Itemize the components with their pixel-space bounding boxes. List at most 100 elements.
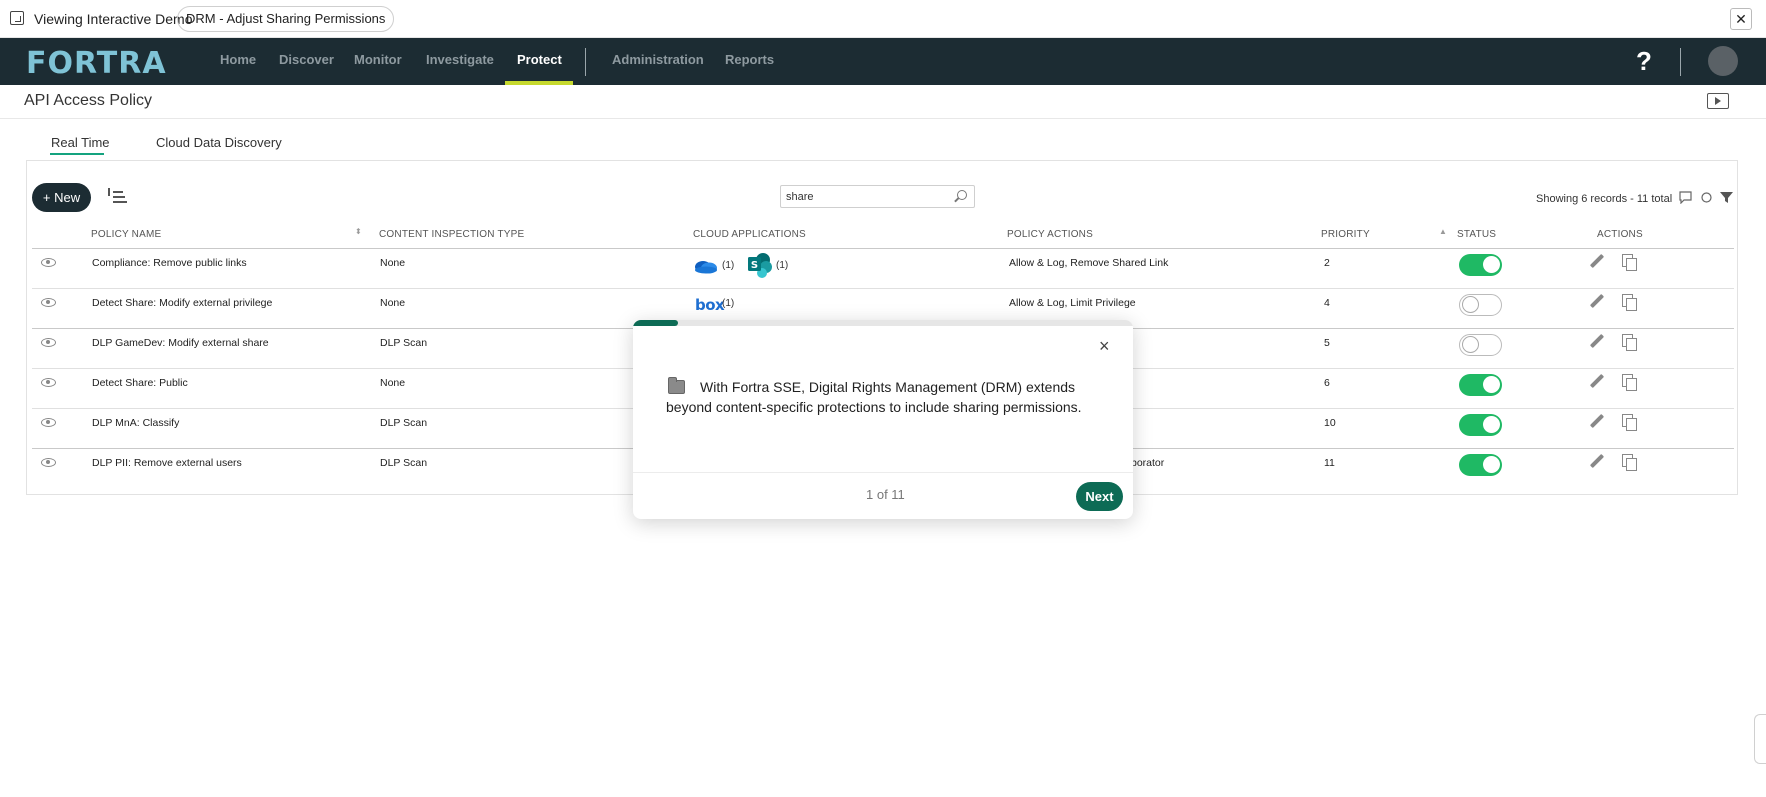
inspection-type: DLP Scan (380, 457, 428, 469)
policy-name[interactable]: Compliance: Remove public links (92, 257, 247, 269)
search-input[interactable] (780, 185, 975, 208)
eye-icon[interactable] (41, 258, 56, 267)
new-policy-button[interactable]: + New (32, 183, 91, 212)
status-toggle[interactable] (1459, 374, 1502, 396)
nav-reports[interactable]: Reports (725, 52, 774, 67)
priority: 2 (1324, 257, 1330, 269)
header-policy-name[interactable]: POLICY NAME (91, 229, 161, 240)
policy-name[interactable]: DLP GameDev: Modify external share (92, 337, 269, 349)
page-title: API Access Policy (24, 92, 153, 109)
svg-text:S: S (751, 260, 758, 271)
onedrive-icon (695, 261, 717, 274)
status-toggle[interactable] (1459, 254, 1502, 276)
user-avatar[interactable] (1708, 46, 1738, 76)
header-divider (0, 118, 1766, 119)
top-nav: FORTRA Home Discover Monitor Investigate… (0, 38, 1766, 85)
close-icon[interactable]: × (1099, 337, 1110, 355)
edit-icon[interactable] (1590, 334, 1604, 348)
demo-tooltip-popup: × With Fortra SSE, Digital Rights Manage… (633, 320, 1133, 519)
demo-bar: Viewing Interactive Demo DRM - Adjust Sh… (0, 0, 1766, 38)
copy-icon[interactable] (1622, 294, 1637, 311)
copy-icon[interactable] (1622, 454, 1637, 471)
step-counter: 1 of 11 (866, 487, 905, 502)
inspection-type: None (380, 297, 406, 309)
policy-actions: Allow & Log, Remove Shared Link (1009, 257, 1169, 269)
status-toggle[interactable] (1459, 454, 1502, 476)
refresh-icon[interactable] (1700, 191, 1713, 204)
header-policy-actions[interactable]: POLICY ACTIONS (1007, 229, 1093, 240)
copy-icon[interactable] (1622, 254, 1637, 271)
policy-name[interactable]: Detect Share: Modify external privilege (92, 297, 272, 309)
nav-home[interactable]: Home (220, 52, 256, 67)
edit-icon[interactable] (1590, 254, 1604, 268)
tooltip-text: With Fortra SSE, Digital Rights Manageme… (666, 379, 1082, 415)
policy-name[interactable]: Detect Share: Public (92, 377, 188, 389)
demo-title-chip: DRM - Adjust Sharing Permissions (177, 6, 395, 32)
tab-cloud-data-discovery[interactable]: Cloud Data Discovery (156, 135, 282, 150)
record-count: Showing 6 records - 11 total (1536, 193, 1673, 205)
sort-asc-icon[interactable]: ▲ (1439, 227, 1447, 236)
fortra-logo[interactable]: FORTRA (26, 46, 167, 81)
header-cloud-applications[interactable]: CLOUD APPLICATIONS (693, 229, 806, 240)
demo-close-button[interactable]: ✕ (1730, 8, 1752, 30)
app-count: (1) (722, 260, 735, 271)
policy-name[interactable]: DLP MnA: Classify (92, 417, 179, 429)
side-widget-tab[interactable] (1754, 714, 1766, 764)
app-count: (1) (722, 298, 735, 309)
nav-divider-right (1680, 48, 1681, 76)
popup-divider (633, 472, 1133, 473)
filter-icon[interactable] (1720, 191, 1733, 204)
demo-cursor-icon (10, 11, 24, 25)
nav-monitor[interactable]: Monitor (354, 52, 402, 67)
tab-active-indicator (50, 153, 104, 155)
header-content-inspection[interactable]: CONTENT INSPECTION TYPE (379, 229, 524, 240)
header-status: STATUS (1457, 229, 1497, 240)
priority: 11 (1324, 457, 1335, 469)
nav-investigate[interactable]: Investigate (426, 52, 494, 67)
eye-icon[interactable] (41, 298, 56, 307)
sort-icon[interactable]: ⬍ (355, 227, 362, 236)
copy-icon[interactable] (1622, 414, 1637, 431)
edit-icon[interactable] (1590, 374, 1604, 388)
step-progress-fill (633, 320, 679, 326)
priority: 4 (1324, 297, 1330, 309)
tab-real-time[interactable]: Real Time (51, 135, 110, 150)
status-toggle[interactable] (1459, 294, 1502, 316)
inspection-type: DLP Scan (380, 417, 428, 429)
sharepoint-icon: S (748, 253, 772, 278)
box-icon: box (695, 296, 725, 314)
priority: 10 (1324, 417, 1336, 429)
policy-actions: borator (1131, 457, 1165, 469)
priority: 5 (1324, 337, 1330, 349)
status-toggle[interactable] (1459, 334, 1502, 356)
copy-icon[interactable] (1622, 374, 1637, 391)
eye-icon[interactable] (41, 418, 56, 427)
edit-icon[interactable] (1590, 294, 1604, 308)
status-toggle[interactable] (1459, 414, 1502, 436)
help-icon[interactable]: ? (1636, 46, 1652, 77)
edit-icon[interactable] (1590, 454, 1604, 468)
eye-icon[interactable] (41, 458, 56, 467)
inspection-type: None (380, 377, 406, 389)
priority: 6 (1324, 377, 1330, 389)
eye-icon[interactable] (41, 378, 56, 387)
comment-icon[interactable] (1679, 191, 1692, 204)
edit-icon[interactable] (1590, 414, 1604, 428)
policy-actions: Allow & Log, Limit Privilege (1009, 297, 1136, 309)
nav-protect[interactable]: Protect (517, 52, 562, 67)
nav-discover[interactable]: Discover (279, 52, 334, 67)
row-divider (32, 288, 1734, 289)
nav-active-indicator (505, 81, 573, 85)
header-priority[interactable]: PRIORITY (1321, 229, 1370, 240)
eye-icon[interactable] (41, 338, 56, 347)
video-icon[interactable] (1707, 93, 1729, 109)
policy-name[interactable]: DLP PII: Remove external users (92, 457, 242, 469)
search-icon[interactable] (957, 190, 967, 200)
copy-icon[interactable] (1622, 334, 1637, 351)
app-count: (1) (776, 260, 789, 271)
nav-administration[interactable]: Administration (612, 52, 704, 67)
next-button[interactable]: Next (1076, 482, 1123, 511)
reorder-icon[interactable] (107, 188, 129, 208)
header-actions: ACTIONS (1597, 229, 1643, 240)
step-progress-bar (633, 320, 1133, 326)
